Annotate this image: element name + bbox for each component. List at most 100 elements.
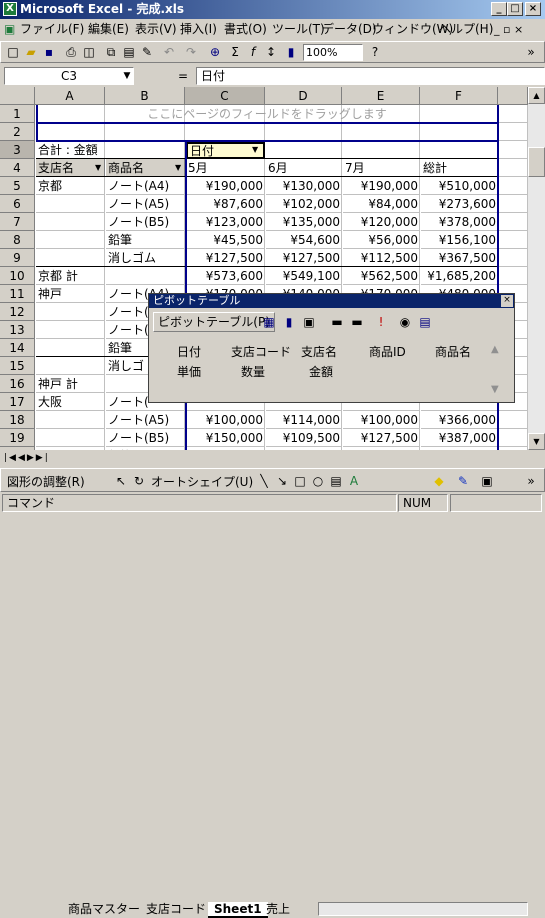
function-icon[interactable]: f	[245, 44, 261, 60]
corner-select-all[interactable]	[0, 87, 35, 105]
row-header[interactable]: 18	[0, 411, 35, 429]
data-cell-d[interactable]: ¥549,100	[266, 267, 342, 285]
data-cell-d[interactable]: ¥114,000	[266, 411, 342, 429]
data-cell-d[interactable]: ¥109,500	[266, 429, 342, 447]
data-cell-c[interactable]: ¥87,600	[186, 195, 265, 213]
data-cell-a[interactable]: 神戸	[36, 285, 105, 303]
col-header-g[interactable]	[498, 87, 528, 105]
branch-dropdown-icon[interactable]: ▼	[95, 163, 101, 172]
data-cell-a[interactable]: 神戸 計	[36, 375, 105, 393]
data-cell-d[interactable]: ¥127,500	[266, 249, 342, 267]
select-objects-icon[interactable]: ↖	[113, 473, 129, 489]
pivot-toolbar-title[interactable]: ピボットテーブル	[149, 294, 514, 308]
data-cell-a[interactable]	[36, 231, 105, 249]
data-cell-e[interactable]: ¥56,000	[343, 231, 420, 249]
field-list-icon[interactable]: ▤	[417, 314, 433, 330]
data-cell-b[interactable]	[106, 267, 185, 285]
col-header[interactable]: C	[185, 87, 265, 105]
tab-product-master[interactable]: 商品マスター	[62, 902, 146, 918]
data-cell-b[interactable]: ノート(A4)	[106, 177, 185, 195]
excel-icon[interactable]: X	[3, 2, 17, 16]
data-cell-a[interactable]	[36, 411, 105, 429]
drawing-more-icon[interactable]: »	[523, 473, 539, 489]
save-icon[interactable]: ▪	[41, 44, 57, 60]
data-cell-b[interactable]: 消しゴム	[106, 249, 185, 267]
line-color-icon[interactable]: ✎	[455, 473, 471, 489]
data-cell-f[interactable]: ¥367,500	[421, 249, 498, 267]
data-cell-d[interactable]: ¥135,000	[266, 213, 342, 231]
data-cell-d[interactable]: ¥130,000	[266, 177, 342, 195]
row-header[interactable]: 19	[0, 429, 35, 447]
format-painter-icon[interactable]: ✎	[139, 44, 155, 60]
col-header[interactable]: F	[420, 87, 498, 105]
pivot-data-label[interactable]: 合計 : 金額	[36, 141, 185, 159]
row-field-product[interactable]: 商品名	[106, 159, 185, 177]
preview-icon[interactable]: ◫	[81, 44, 97, 60]
product-dropdown-icon[interactable]: ▼	[175, 163, 181, 172]
grid-cell[interactable]	[499, 195, 528, 213]
grid-cell[interactable]	[499, 249, 528, 267]
grid-cell[interactable]	[499, 177, 528, 195]
grid-cell[interactable]	[499, 159, 528, 177]
row-header[interactable]: 16	[0, 375, 35, 393]
zoom-select[interactable]: 100%	[303, 44, 363, 61]
field-date[interactable]: 日付	[177, 344, 201, 360]
data-cell-c[interactable]: ¥190,000	[186, 177, 265, 195]
data-cell-b[interactable]: ノート(B5)	[106, 429, 185, 447]
data-cell-a[interactable]	[36, 303, 105, 321]
col-header[interactable]: E	[342, 87, 420, 105]
row-header[interactable]: 9	[0, 249, 35, 267]
field-branch-name[interactable]: 支店名	[301, 344, 337, 360]
grid-cell[interactable]	[421, 123, 498, 141]
refresh-icon[interactable]: !	[373, 314, 389, 330]
grid-cell[interactable]	[499, 213, 528, 231]
grid-cell[interactable]	[266, 123, 342, 141]
data-cell-a[interactable]	[36, 213, 105, 231]
redo-icon[interactable]: ↷	[183, 44, 199, 60]
wordart-icon[interactable]: A	[346, 473, 362, 489]
data-cell-c[interactable]: ¥127,500	[186, 249, 265, 267]
field-scroll-up-icon[interactable]: ▲	[491, 344, 499, 355]
row-header[interactable]: 6	[0, 195, 35, 213]
field-settings-icon[interactable]: ◉	[397, 314, 413, 330]
row-header[interactable]: 4	[0, 159, 35, 177]
fill-color-icon[interactable]: ◆	[431, 473, 447, 489]
data-cell-a[interactable]	[36, 249, 105, 267]
grid-cell[interactable]	[499, 141, 528, 159]
sort-icon[interactable]: ↕	[263, 44, 279, 60]
data-cell-a[interactable]	[36, 357, 105, 375]
grid-cell[interactable]	[343, 123, 420, 141]
horizontal-scrollbar[interactable]	[318, 902, 528, 916]
data-cell-b[interactable]: ノート(A5)	[106, 195, 185, 213]
menu-tools[interactable]: ツール(T)	[270, 19, 327, 40]
show-detail-icon[interactable]: ▬	[349, 314, 365, 330]
row-header[interactable]: 8	[0, 231, 35, 249]
grid-cell[interactable]	[106, 123, 185, 141]
col-header[interactable]: B	[105, 87, 185, 105]
data-cell-b[interactable]: ノート(B5)	[106, 213, 185, 231]
grid-cell[interactable]	[499, 429, 528, 447]
grid-cell[interactable]	[343, 141, 420, 159]
row-header[interactable]: 1	[0, 105, 35, 123]
col-header[interactable]: D	[265, 87, 342, 105]
hide-detail-icon[interactable]: ▬	[329, 314, 345, 330]
data-cell-c[interactable]: ¥573,600	[186, 267, 265, 285]
data-cell-e[interactable]: ¥127,500	[343, 429, 420, 447]
row-header[interactable]: 10	[0, 267, 35, 285]
draw-adjust-menu[interactable]: 図形の調整(R)	[7, 473, 85, 490]
row-header[interactable]: 15	[0, 357, 35, 375]
data-cell-a[interactable]	[36, 339, 105, 357]
grid-cell[interactable]	[499, 231, 528, 249]
minimize-button[interactable]: _	[491, 2, 507, 16]
pivot-toolbar-window[interactable]: ピボットテーブル × ピボットテーブル(P) ▦ ▮ ▣ ▬ ▬ ! ◉ ▤ 日…	[148, 293, 515, 403]
grid-cell[interactable]	[499, 411, 528, 429]
scroll-down-icon[interactable]: ▼	[528, 433, 545, 450]
close-button[interactable]: ×	[525, 2, 541, 16]
row-header[interactable]: 14	[0, 339, 35, 357]
field-quantity[interactable]: 数量	[241, 364, 265, 380]
data-cell-e[interactable]: ¥112,500	[343, 249, 420, 267]
new-icon[interactable]: □	[5, 44, 21, 60]
data-cell-e[interactable]: ¥120,000	[343, 213, 420, 231]
tab-nav-icon[interactable]: |◀◀▶▶|	[4, 452, 50, 465]
data-cell-a[interactable]	[36, 429, 105, 447]
